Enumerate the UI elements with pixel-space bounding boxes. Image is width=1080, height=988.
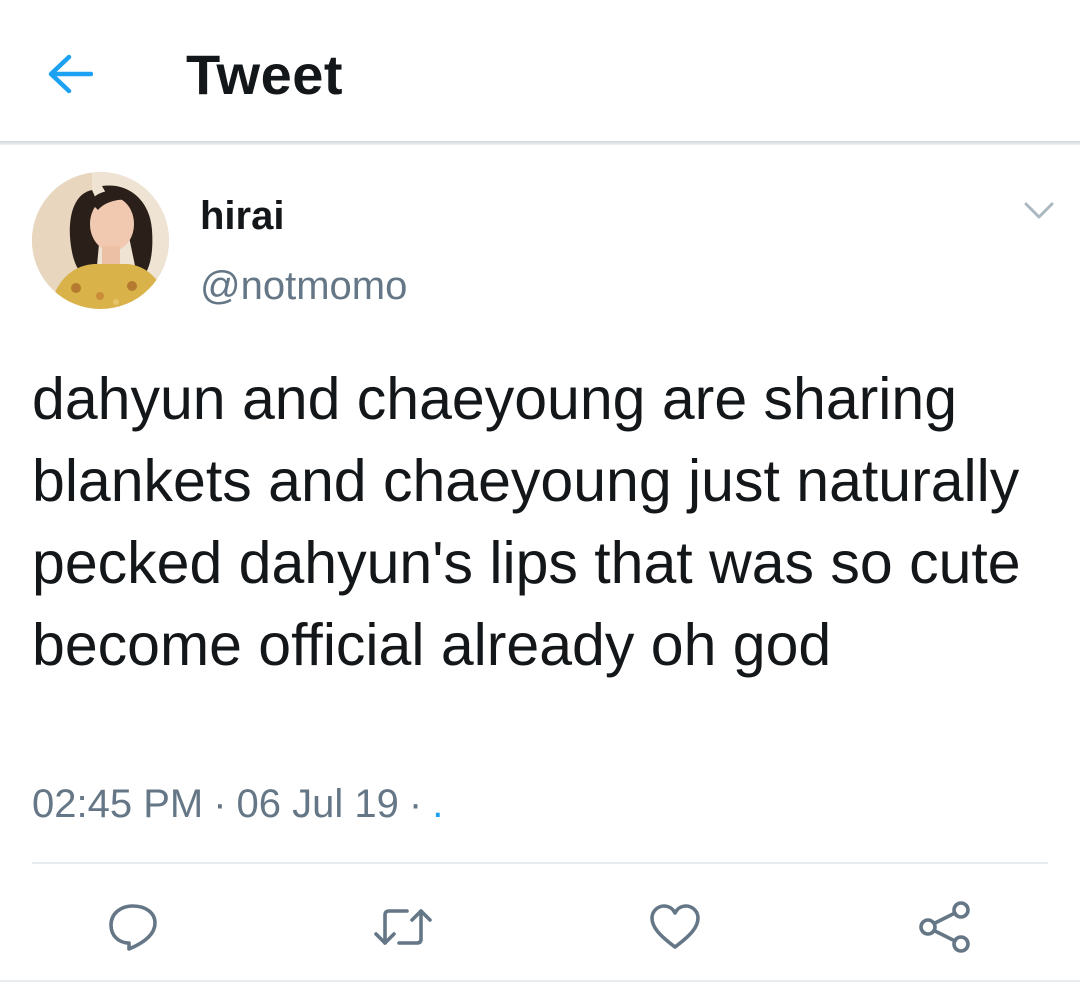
meta-separator: ·	[408, 782, 423, 826]
tweet-date: 06 Jul 19	[236, 782, 399, 826]
retweet-icon	[374, 909, 432, 945]
bottom-divider	[0, 980, 1080, 982]
tweet-source-link[interactable]: .	[432, 782, 443, 826]
retweet-button[interactable]	[368, 892, 438, 962]
reply-icon	[109, 904, 157, 951]
arrow-left-icon	[48, 54, 93, 94]
page-title: Tweet	[186, 43, 344, 106]
header-divider	[0, 141, 1080, 145]
share-button[interactable]	[910, 892, 980, 962]
tweet-time: 02:45 PM	[32, 782, 204, 826]
tweet-text: dahyun and chaeyoung are sharing blanket…	[32, 366, 1021, 678]
tweet-meta: 02:45 PM · 06 Jul 19 ·.	[32, 780, 443, 828]
tweet-menu-button[interactable]	[1016, 196, 1062, 226]
tweet-action-bar	[0, 880, 1080, 970]
like-button[interactable]	[640, 892, 710, 962]
avatar[interactable]	[32, 172, 169, 309]
back-button[interactable]	[40, 44, 100, 104]
tweet-detail-screen: Tweet hirai @notmomo dahyun and chaeyoun…	[0, 0, 1080, 988]
share-icon	[919, 901, 970, 953]
avatar-photo	[32, 172, 169, 309]
reply-button[interactable]	[98, 892, 168, 962]
chevron-down-icon	[1024, 202, 1054, 219]
heart-icon	[650, 904, 700, 949]
meta-separator: ·	[213, 782, 227, 826]
author-handle[interactable]: @notmomo	[200, 262, 407, 310]
top-app-bar: Tweet	[0, 0, 1080, 145]
author-display-name[interactable]: hirai	[200, 192, 284, 240]
meta-divider	[32, 862, 1048, 864]
